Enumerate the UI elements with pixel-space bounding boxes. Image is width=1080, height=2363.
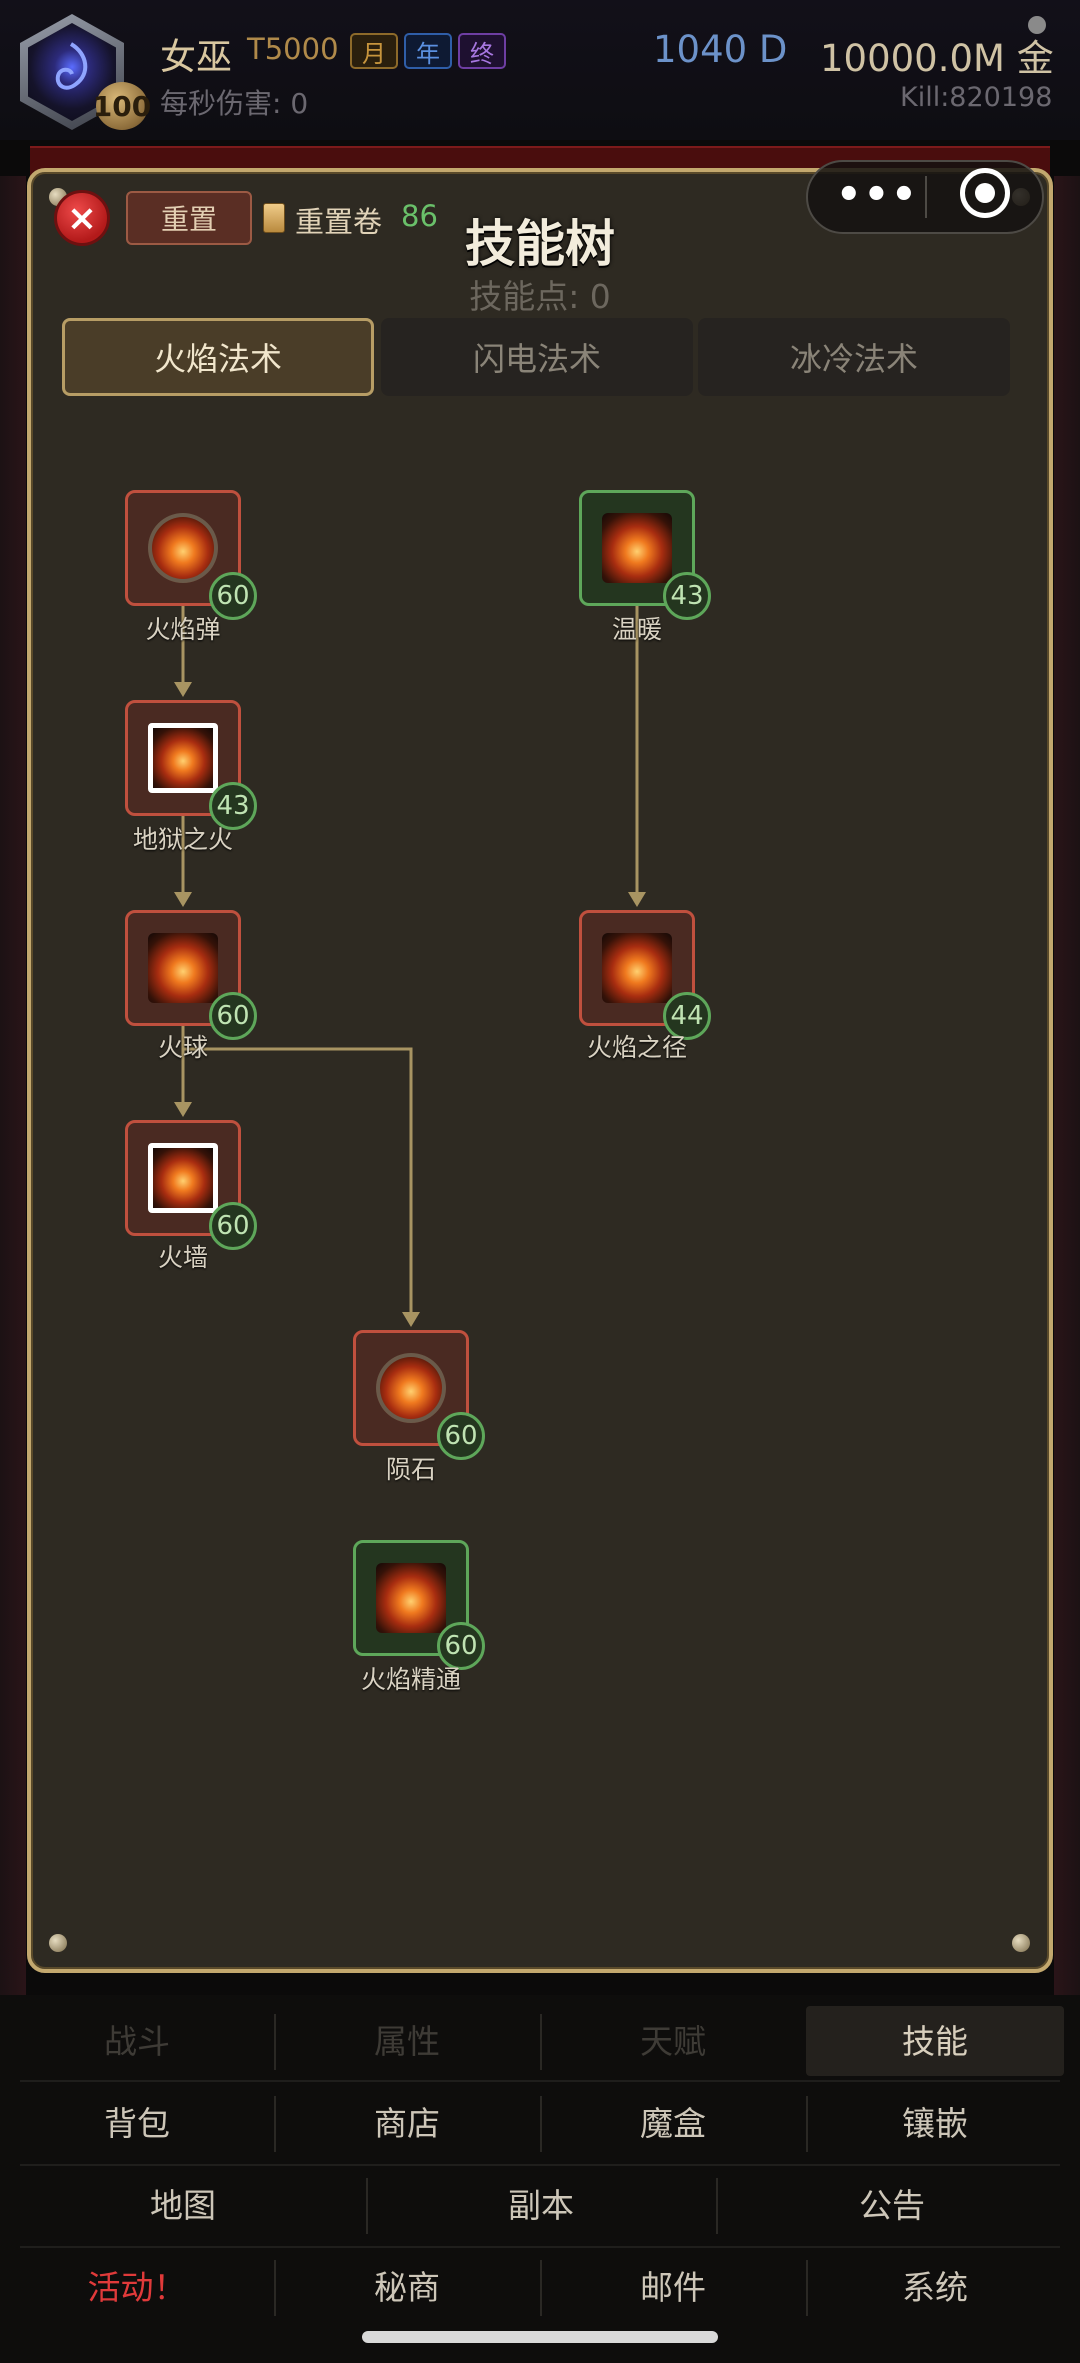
nav-events[interactable]: 活动！ xyxy=(0,2248,274,2328)
hellfire-icon xyxy=(148,723,218,793)
nav-system[interactable]: 系统 xyxy=(806,2248,1064,2328)
skill-name-label: 火焰精通 xyxy=(360,1665,461,1694)
character-name: 女巫 xyxy=(160,37,233,78)
skill-name-label: 陨石 xyxy=(385,1455,436,1484)
dps-readout: 每秒伤害: 0 xyxy=(160,87,309,120)
nav-skills[interactable]: 技能 xyxy=(806,2002,1064,2082)
tab-lightning-spells[interactable]: 闪电法术 xyxy=(381,318,693,396)
fire-mastery-icon xyxy=(376,1563,446,1633)
nav-mail[interactable]: 邮件 xyxy=(540,2248,806,2328)
kill-count: Kill:820198 xyxy=(900,82,1053,113)
nav-divider xyxy=(274,2014,276,2070)
meteor-icon xyxy=(376,1353,446,1423)
nav-talents[interactable]: 天赋 xyxy=(540,2002,806,2082)
tab-fire-spells[interactable]: 火焰法术 xyxy=(62,318,374,396)
nav-attributes[interactable]: 属性 xyxy=(274,2002,540,2082)
blaze-icon xyxy=(602,933,672,1003)
nav-divider xyxy=(806,2096,808,2152)
skill-name-label: 火焰之径 xyxy=(586,1033,687,1062)
fireball-icon xyxy=(148,933,218,1003)
background-left xyxy=(0,176,26,1996)
nav-divider xyxy=(540,2096,542,2152)
fire-bolt-icon xyxy=(148,513,218,583)
skill-name-label: 火墙 xyxy=(157,1243,208,1272)
nav-divider xyxy=(366,2178,368,2234)
nav-divider xyxy=(274,2260,276,2316)
nav-dungeon[interactable]: 副本 xyxy=(366,2166,716,2246)
background-right xyxy=(1054,176,1080,1996)
nav-announcement[interactable]: 公告 xyxy=(716,2166,1068,2246)
rivet-icon xyxy=(49,1934,67,1952)
nav-divider xyxy=(716,2178,718,2234)
nav-battle[interactable]: 战斗 xyxy=(0,2002,274,2082)
rivet-icon xyxy=(1012,1934,1030,1952)
gold-count: 10000.0M 金 xyxy=(820,37,1054,80)
skill-points: 技能点: 0 xyxy=(469,277,611,316)
level-badge: 100 xyxy=(93,82,151,130)
nav-magic-box[interactable]: 魔盒 xyxy=(540,2084,806,2164)
nav-divider xyxy=(540,2014,542,2070)
skill-tree-panel xyxy=(27,168,1053,1973)
top-status-bar: 100 女巫 T5000 月 年 终 每秒伤害: 0 1040 D 10000.… xyxy=(0,0,1080,140)
avatar-swirl-icon xyxy=(55,42,88,90)
nav-shop[interactable]: 商店 xyxy=(274,2084,540,2164)
nav-secret-merchant[interactable]: 秘商 xyxy=(274,2248,540,2328)
character-tier: T5000 xyxy=(247,32,339,66)
nav-inventory[interactable]: 背包 xyxy=(0,2084,274,2164)
home-indicator[interactable] xyxy=(362,2331,718,2343)
diamond-count: 1040 D xyxy=(653,28,788,71)
nav-divider xyxy=(274,2096,276,2152)
close-miniprogram-icon[interactable] xyxy=(960,168,1010,218)
skill-name-label: 地狱之火 xyxy=(132,825,233,854)
tab-cold-spells[interactable]: 冰冷法术 xyxy=(698,318,1010,396)
skill-name-label: 火焰弹 xyxy=(145,615,221,644)
fire-wall-icon xyxy=(148,1143,218,1213)
nav-divider xyxy=(806,2260,808,2316)
skill-name-label: 温暖 xyxy=(611,615,662,644)
nav-map[interactable]: 地图 xyxy=(0,2166,366,2246)
nav-divider xyxy=(540,2260,542,2316)
nav-inlay[interactable]: 镶嵌 xyxy=(806,2084,1064,2164)
skill-name-label: 火球 xyxy=(157,1033,208,1062)
yearly-card-tag[interactable]: 年 xyxy=(404,33,452,69)
more-menu-icon[interactable]: ••• xyxy=(836,170,917,224)
lifetime-card-tag[interactable]: 终 xyxy=(458,33,506,69)
status-dot-icon xyxy=(1028,16,1046,34)
warmth-icon xyxy=(602,513,672,583)
capsule-divider xyxy=(925,176,927,218)
monthly-card-tag[interactable]: 月 xyxy=(350,33,398,69)
nav-row-divider xyxy=(20,2080,1060,2082)
